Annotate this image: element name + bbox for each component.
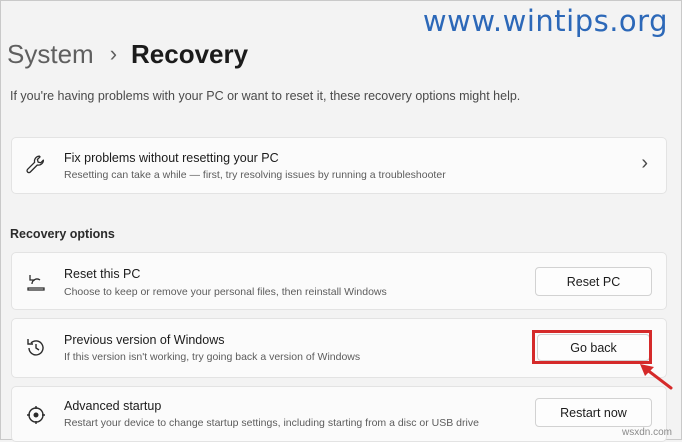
history-icon [27, 339, 44, 356]
previous-version-title: Previous version of Windows [64, 333, 225, 347]
breadcrumb: System › Recovery [7, 36, 248, 72]
page-description: If you're having problems with your PC o… [10, 89, 521, 103]
site-watermark: www.wintips.org [422, 4, 668, 38]
annotation-arrow-icon [640, 364, 673, 390]
troubleshoot-card[interactable]: Fix problems without resetting your PC R… [11, 137, 667, 194]
reset-pc-title: Reset this PC [64, 267, 141, 281]
advanced-startup-title: Advanced startup [64, 399, 162, 413]
advanced-startup-icon [27, 406, 45, 424]
breadcrumb-system-link[interactable]: System [7, 39, 94, 70]
page-title: Recovery [131, 38, 249, 69]
highlight-box [532, 330, 652, 364]
troubleshoot-title: Fix problems without resetting your PC [64, 151, 279, 165]
wrench-icon [26, 155, 45, 174]
chevron-right-icon: › [641, 152, 648, 174]
advanced-startup-description: Restart your device to change startup se… [64, 417, 479, 429]
reset-pc-description: Choose to keep or remove your personal f… [64, 286, 387, 298]
previous-version-description: If this version isn't working, try going… [64, 351, 361, 363]
restart-now-button[interactable]: Restart now [535, 398, 652, 427]
footer-watermark: wsxdn.com [621, 427, 672, 438]
breadcrumb-separator: › [109, 41, 118, 66]
recovery-options-heading: Recovery options [10, 227, 115, 241]
troubleshoot-description: Resetting can take a while — first, try … [64, 169, 446, 181]
reset-pc-button[interactable]: Reset PC [535, 267, 652, 296]
reset-pc-icon [27, 275, 45, 291]
